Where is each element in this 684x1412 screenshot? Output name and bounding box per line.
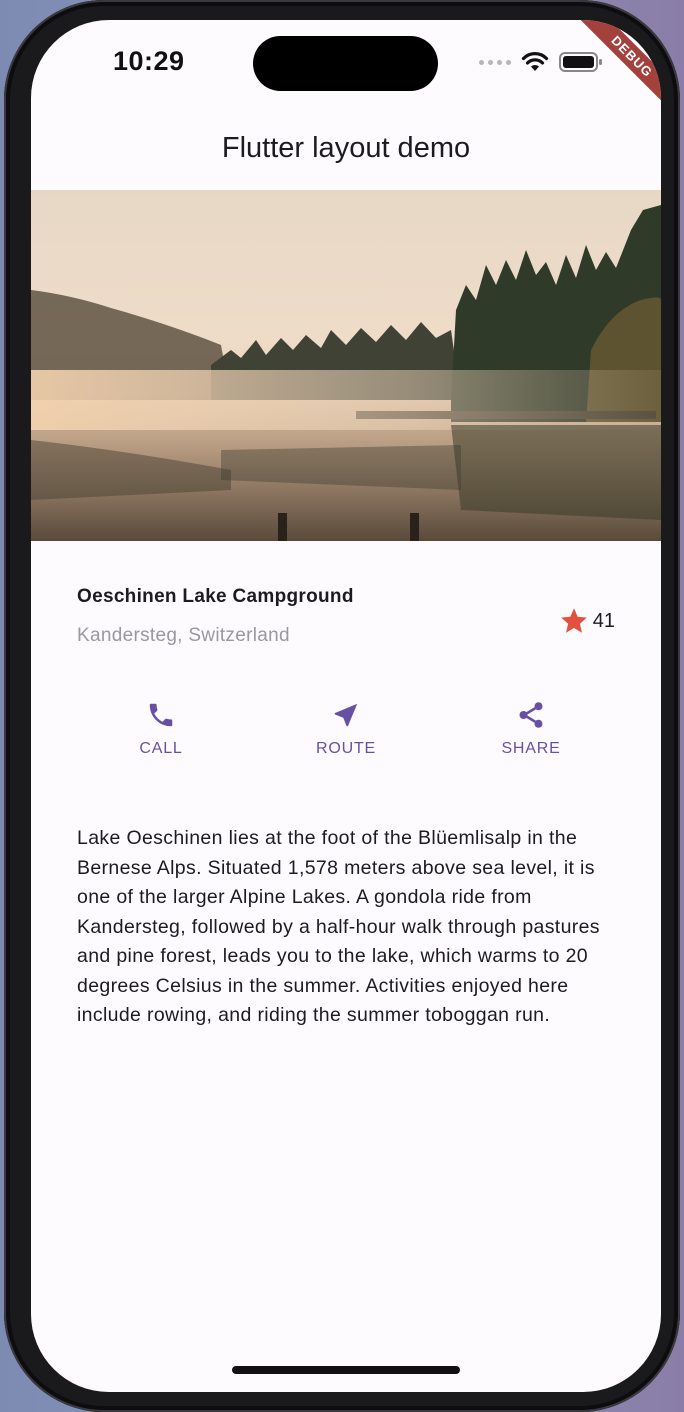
rating[interactable]: 41: [558, 606, 615, 636]
share-label: SHARE: [501, 740, 561, 757]
phone-frame: 10:29 DEBUG Flutter layout demo Oeschine…: [4, 0, 680, 1412]
home-indicator[interactable]: [232, 1366, 460, 1374]
share-icon: [519, 702, 543, 728]
rating-count: 41: [592, 609, 615, 632]
description-text: Lake Oeschinen lies at the foot of the B…: [77, 827, 600, 1026]
app-bar-title: Flutter layout demo: [221, 131, 471, 164]
place-name: Oeschinen Lake Campground: [77, 586, 354, 607]
phone-screen: 10:29 DEBUG Flutter layout demo Oeschine…: [31, 20, 661, 1392]
status-time: 10:29: [113, 46, 185, 76]
share-button[interactable]: SHARE: [451, 700, 611, 758]
battery-icon: [559, 52, 602, 72]
status-icons: [479, 51, 603, 73]
status-bar: 10:29 DEBUG: [31, 20, 661, 117]
call-label: CALL: [139, 740, 183, 757]
route-button[interactable]: ROUTE: [266, 700, 426, 758]
title-section: Oeschinen Lake Campground Kandersteg, Sw…: [77, 586, 615, 647]
route-label: ROUTE: [316, 740, 376, 757]
hero-image: [31, 190, 661, 541]
star-icon: [560, 608, 587, 633]
place-location: Kandersteg, Switzerland: [77, 625, 290, 646]
action-buttons: CALL ROUTE SHARE: [81, 700, 611, 758]
call-button[interactable]: CALL: [81, 700, 241, 758]
dynamic-island: [253, 36, 438, 91]
navigation-icon: [334, 703, 358, 727]
signal-dots-icon: [479, 59, 511, 65]
wifi-icon: [521, 52, 549, 71]
app-bar: Flutter layout demo: [31, 106, 661, 190]
phone-icon: [149, 703, 173, 727]
